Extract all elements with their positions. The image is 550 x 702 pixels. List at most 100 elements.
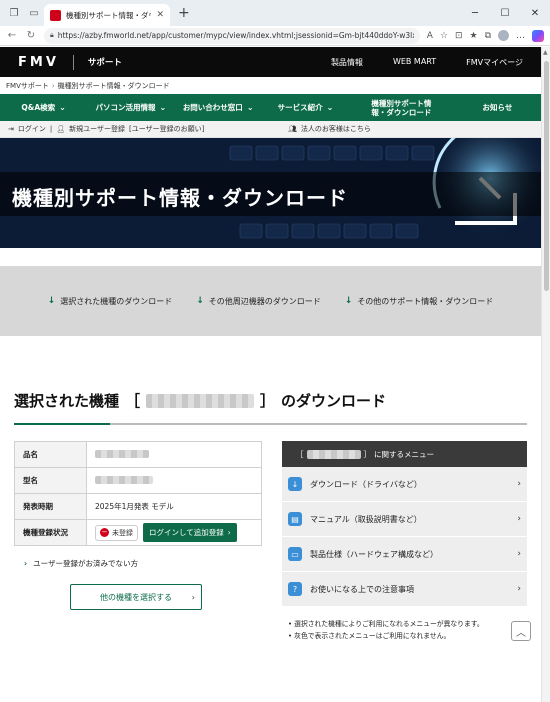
close-window-icon[interactable]: ✕ xyxy=(520,8,550,19)
menu-notes: • 選択された機種によりご利用になれるメニューが異なります。 • 灰色で表示され… xyxy=(282,619,527,642)
nav-contact[interactable]: お問い合わせ窓口 ⌄ xyxy=(175,103,262,113)
menu-item-download[interactable]: ↓ ダウンロード（ドライバなど） › xyxy=(282,467,527,502)
chevron-right-icon: › xyxy=(191,592,195,602)
chevron-down-icon: ⌄ xyxy=(159,102,167,112)
chevron-right-icon: › xyxy=(24,559,28,568)
active-tab[interactable]: 機種別サポート情報・ダウンロード - FM ✕ xyxy=(44,4,170,26)
refresh-icon[interactable]: ↻ xyxy=(25,30,37,41)
hint-label: ユーザー登録がお済みでない方 xyxy=(33,559,138,568)
nav-pc-usage[interactable]: パソコン活用情報 ⌄ xyxy=(87,103,174,113)
nav-label: パソコン活用情報 xyxy=(95,103,156,112)
copilot-icon[interactable] xyxy=(532,29,544,42)
more-menu-icon[interactable]: … xyxy=(516,31,525,41)
help-icon: ? xyxy=(288,582,302,596)
breadcrumb-home[interactable]: FMVサポート xyxy=(6,81,49,91)
login-register-button[interactable]: ログインして追加登録 › xyxy=(143,523,237,542)
row-label-release: 発表時期 xyxy=(14,493,87,520)
table-row: 型名 xyxy=(14,467,262,494)
section-title-suffix: のダウンロード xyxy=(281,392,387,410)
breadcrumb-separator-icon: › xyxy=(51,81,55,90)
redacted-product-name xyxy=(95,449,149,458)
nav-news[interactable]: お知らせ xyxy=(454,103,541,112)
arrow-down-icon: ↓ xyxy=(196,296,204,306)
window-controls: ─ ☐ ✕ xyxy=(460,8,550,19)
nav-label: お問い合わせ窓口 xyxy=(182,103,243,112)
page-top-button[interactable]: ︿ xyxy=(511,621,531,641)
profile-avatar[interactable] xyxy=(498,30,509,41)
arrow-down-icon: ↓ xyxy=(47,296,56,306)
redacted-model-name xyxy=(146,393,255,408)
chevron-right-icon: › xyxy=(517,549,521,559)
header-link-webmart[interactable]: WEB MART xyxy=(393,57,436,68)
login-register-label: ログインして追加登録 xyxy=(149,528,224,537)
corporate-link[interactable]: 法人のお客様はこちら xyxy=(301,124,371,134)
nav-label: 機種別サポート情報・ダウンロード xyxy=(371,98,432,117)
bracket-close: ］ xyxy=(260,392,276,410)
table-row: 機種登録状況 − 未登録 ログインして追加登録 › xyxy=(14,519,262,546)
download-icon: ↓ xyxy=(288,477,302,491)
login-link[interactable]: ログイン xyxy=(18,124,46,134)
favorite-star-icon[interactable]: ☆ xyxy=(440,31,448,41)
tab-bar: ❐ ▭ 機種別サポート情報・ダウンロード - FM ✕ + ─ ☐ ✕ xyxy=(0,0,550,26)
split-screen-icon[interactable]: ⊡ xyxy=(455,31,463,41)
monitor-icon: ▭ xyxy=(288,547,302,561)
tab-actions-icon[interactable]: ▭ xyxy=(24,3,44,23)
register-link[interactable]: 新規ユーザー登録 xyxy=(69,124,125,134)
note-text: 灰色で表示されたメニューはご利用になれません。 xyxy=(294,631,451,640)
other-model-label: 他の機種を選択する xyxy=(100,592,172,602)
browser-window: ❐ ▭ 機種別サポート情報・ダウンロード - FM ✕ + ─ ☐ ✕ ← ↻ … xyxy=(0,0,550,702)
chevron-down-icon: ⌄ xyxy=(246,102,254,112)
main-content: 品名 型名 発表時期 2025年1月発表 モデル 機種登録状況 − 未登録 ログ… xyxy=(14,441,527,642)
header-link-mypage[interactable]: FMVマイページ xyxy=(466,57,523,68)
table-row: 発表時期 2025年1月発表 モデル xyxy=(14,493,262,520)
underline-accent xyxy=(14,423,110,425)
anchor-selected-download[interactable]: ↓ 選択された機種のダウンロード xyxy=(48,296,173,307)
row-label-model: 型名 xyxy=(14,467,87,494)
web-page: FMV サポート 製品情報 WEB MART FMVマイページ FMVサポート … xyxy=(0,47,541,702)
row-value-release: 2025年1月発表 モデル xyxy=(86,493,262,520)
menu-bracket-open: ［ xyxy=(296,449,304,459)
anchor-peripheral-download[interactable]: ↓ その他周辺機器のダウンロード xyxy=(196,296,321,307)
address-bar: ← ↻ 🔒︎ https://azby.fmworld.net/app/cust… xyxy=(0,26,550,46)
header-link-products[interactable]: 製品情報 xyxy=(331,57,363,68)
anchor-other-support[interactable]: ↓ その他のサポート情報・ダウンロード xyxy=(345,296,494,307)
menu-item-caution[interactable]: ? お使いになる上での注意事項 › xyxy=(282,572,527,607)
new-tab-icon[interactable]: + xyxy=(178,5,190,21)
back-icon[interactable]: ← xyxy=(6,30,18,41)
scrollbar-thumb[interactable] xyxy=(544,61,549,291)
lock-icon: 🔒︎ xyxy=(50,31,54,39)
hero-title: 機種別サポート情報・ダウンロード xyxy=(12,186,348,210)
unregistered-label: 未登録 xyxy=(112,528,133,537)
manual-icon: ▤ xyxy=(288,512,302,526)
read-aloud-icon[interactable]: A xyxy=(427,31,433,41)
fmv-logo[interactable]: FMV xyxy=(18,54,74,70)
menu-bracket-close: ］ xyxy=(363,449,372,459)
nav-qa-search[interactable]: Q&A検索 ⌄ xyxy=(0,103,87,113)
minimize-icon[interactable]: ─ xyxy=(460,8,490,19)
menu-item-spec[interactable]: ▭ 製品仕様（ハードウェア構成など） › xyxy=(282,537,527,572)
nav-model-support[interactable]: 機種別サポート情報・ダウンロード xyxy=(349,99,454,117)
scroll-up-icon[interactable]: ▲ xyxy=(543,49,548,56)
favorites-icon[interactable]: ★ xyxy=(469,31,477,41)
chevron-down-icon: ⌄ xyxy=(326,102,334,112)
select-other-model-button[interactable]: 他の機種を選択する › xyxy=(70,584,202,610)
unregistered-user-link[interactable]: › ユーザー登録がお済みでない方 xyxy=(24,558,262,569)
page-scrollbar[interactable]: ▲ xyxy=(541,47,550,702)
close-tab-icon[interactable]: ✕ xyxy=(156,10,164,20)
collections-icon[interactable]: ⧉ xyxy=(485,31,491,41)
workspaces-icon[interactable]: ❐ xyxy=(4,3,24,23)
redacted-model-number xyxy=(95,475,153,484)
support-label[interactable]: サポート xyxy=(88,56,122,68)
register-note-link[interactable]: [ユーザー登録のお願い] xyxy=(129,124,204,134)
redacted-menu-model xyxy=(306,449,361,459)
nav-services[interactable]: サービス紹介 ⌄ xyxy=(262,103,349,113)
menu-title: に関するメニュー xyxy=(374,449,434,459)
nav-label: お知らせ xyxy=(482,103,513,112)
row-value-product xyxy=(86,441,262,468)
user-bar: ⇥ ログイン | 👤︎ 新規ユーザー登録 [ユーザー登録のお願い] 👥︎ 法人の… xyxy=(0,121,541,138)
url-field[interactable]: 🔒︎ https://azby.fmworld.net/app/customer… xyxy=(44,27,420,44)
maximize-icon[interactable]: ☐ xyxy=(490,8,520,19)
chevron-right-icon: › xyxy=(517,514,521,524)
menu-item-label: マニュアル（取扱説明書など） xyxy=(310,514,422,524)
menu-item-manual[interactable]: ▤ マニュアル（取扱説明書など） › xyxy=(282,502,527,537)
